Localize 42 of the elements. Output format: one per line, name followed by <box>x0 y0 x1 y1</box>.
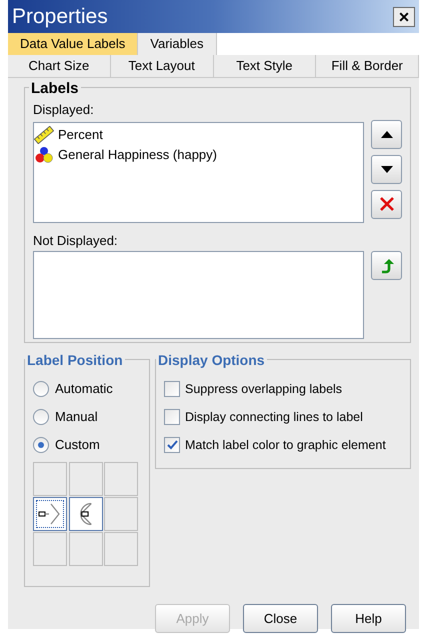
remove-button[interactable] <box>371 190 402 218</box>
move-up-button[interactable] <box>371 120 402 148</box>
dialog-button[interactable]: Help <box>331 604 406 633</box>
dialog-button[interactable]: Close <box>243 604 318 633</box>
position-cell[interactable] <box>33 532 67 566</box>
checkbox[interactable] <box>164 381 180 397</box>
checkbox-option[interactable]: Match label color to graphic element <box>164 436 402 454</box>
curved-arrow-icon <box>380 258 394 274</box>
move-down-button[interactable] <box>371 154 402 184</box>
checkbox[interactable] <box>164 409 180 425</box>
position-cell[interactable] <box>33 497 67 531</box>
radio-button[interactable] <box>33 437 49 453</box>
close-button[interactable]: × <box>393 6 415 26</box>
checkbox-option[interactable]: Suppress overlapping labels <box>164 380 402 398</box>
checkbox[interactable] <box>164 437 180 453</box>
checkbox-option[interactable]: Display connecting lines to label <box>164 408 402 426</box>
list-item[interactable]: Percent <box>34 124 363 144</box>
field-label: Displayed: <box>33 101 95 119</box>
position-cell[interactable] <box>33 462 67 496</box>
position-cell[interactable] <box>104 497 138 531</box>
add-button[interactable] <box>371 251 402 280</box>
checkmark-icon <box>166 440 178 450</box>
list-item[interactable]: General Happiness (happy) <box>34 144 363 164</box>
triangle-down-icon <box>380 166 392 172</box>
position-cell[interactable] <box>104 532 138 566</box>
position-cell[interactable] <box>104 462 138 496</box>
tab[interactable]: Data Value Labels <box>8 33 138 55</box>
radio-option[interactable]: Custom <box>33 436 141 454</box>
window-title: Properties <box>12 4 108 30</box>
position-cell[interactable] <box>68 532 103 566</box>
tab[interactable]: Variables <box>138 33 217 55</box>
position-cell[interactable] <box>68 462 103 496</box>
close-icon <box>380 197 394 211</box>
radio-button[interactable] <box>33 409 49 425</box>
label-inside-icon <box>80 503 92 525</box>
field-label: Not Displayed: <box>33 232 119 250</box>
colored-balls-icon <box>34 146 54 164</box>
triangle-up-icon <box>380 130 392 138</box>
radio-option[interactable]: Manual <box>33 408 141 426</box>
position-cell[interactable] <box>68 497 103 531</box>
radio-button[interactable] <box>33 381 49 397</box>
radio-option[interactable]: Automatic <box>33 380 141 398</box>
